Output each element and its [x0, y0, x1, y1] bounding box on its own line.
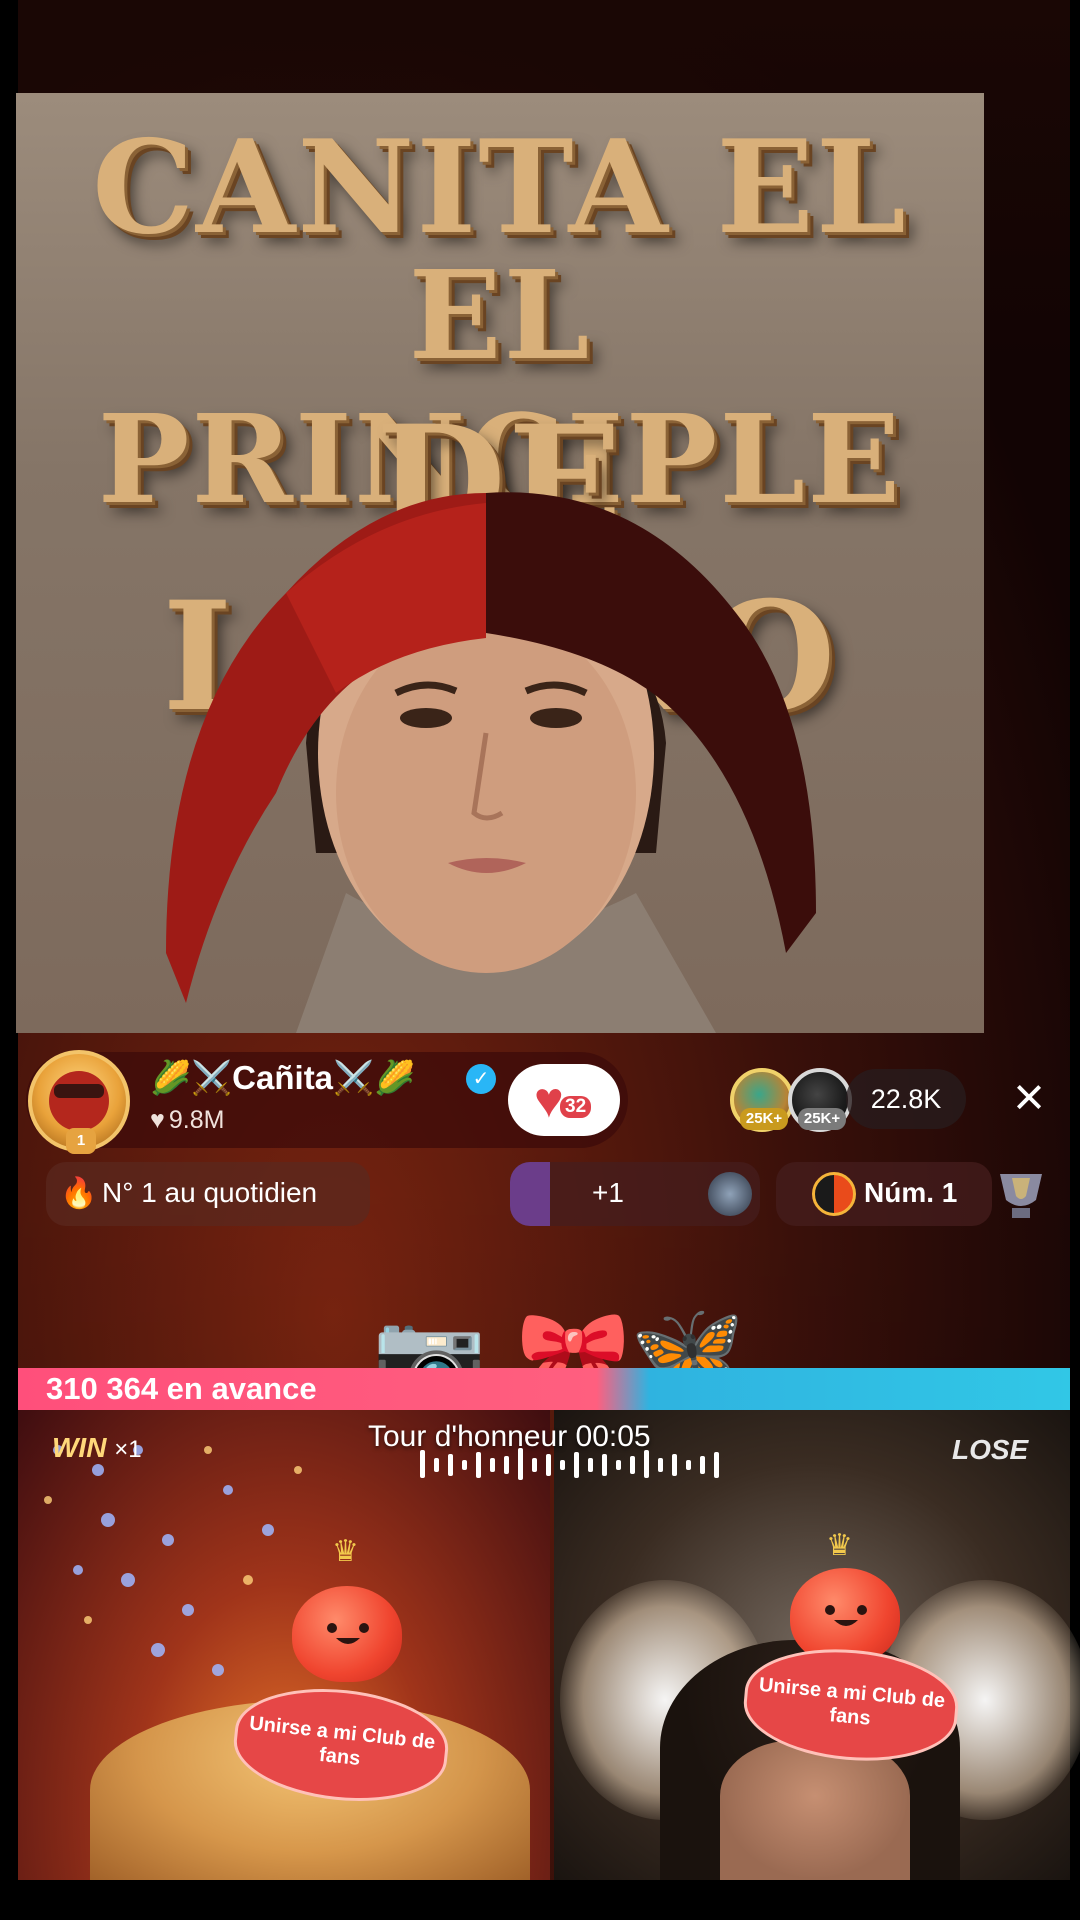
gift-sender-avatar [708, 1172, 752, 1216]
win-count: ×1 [114, 1436, 142, 1463]
top-viewer-badge-2: 25K+ [798, 1108, 846, 1130]
fire-icon: 🔥 [60, 1177, 98, 1210]
host-name[interactable]: 🌽⚔️Cañita⚔️🌽 [150, 1059, 415, 1098]
rank-avatar [812, 1172, 856, 1216]
ranking-trophy-icon[interactable] [990, 1166, 1052, 1224]
win-label: WIN ×1 [52, 1432, 142, 1464]
cover-artwork: CANITA EL EL PRINCIPLE DE LATINO [16, 93, 984, 1033]
close-icon[interactable]: × [1004, 1070, 1054, 1124]
gift-chip-count: +1 [592, 1177, 624, 1208]
fan-club-level: 32 [560, 1096, 592, 1118]
audio-waveform [420, 1448, 719, 1480]
crown-icon-right: ♛ [826, 1529, 853, 1562]
heart-icon: ♥ [150, 1106, 165, 1134]
host-likes-count: 9.8M [168, 1106, 225, 1134]
top-viewer-badge-1: 25K+ [740, 1108, 788, 1130]
portrait-image [166, 492, 816, 1033]
host-likes: ♥ 9.8M [150, 1106, 224, 1135]
fan-club-heart-icon: ♥ [534, 1072, 564, 1128]
lose-label: LOSE [952, 1434, 1029, 1465]
mascot-face-right [825, 1605, 867, 1626]
crown-icon-left: ♛ [332, 1535, 359, 1568]
gift-chip-accent [510, 1162, 550, 1226]
win-text: WIN [52, 1432, 107, 1463]
verified-icon: ✓ [466, 1064, 496, 1094]
lead-score-text: 310 364 en avance [46, 1371, 317, 1406]
viewer-count[interactable]: 22.8K [846, 1069, 966, 1129]
rank-number-label: Núm. 1 [864, 1177, 958, 1208]
daily-rank-label: N° 1 au quotidien [102, 1177, 318, 1208]
heart-mascot-left [292, 1586, 402, 1682]
host-level-badge: 1 [66, 1128, 96, 1154]
mascot-face-left [327, 1623, 369, 1644]
streamer-face [720, 1740, 910, 1880]
